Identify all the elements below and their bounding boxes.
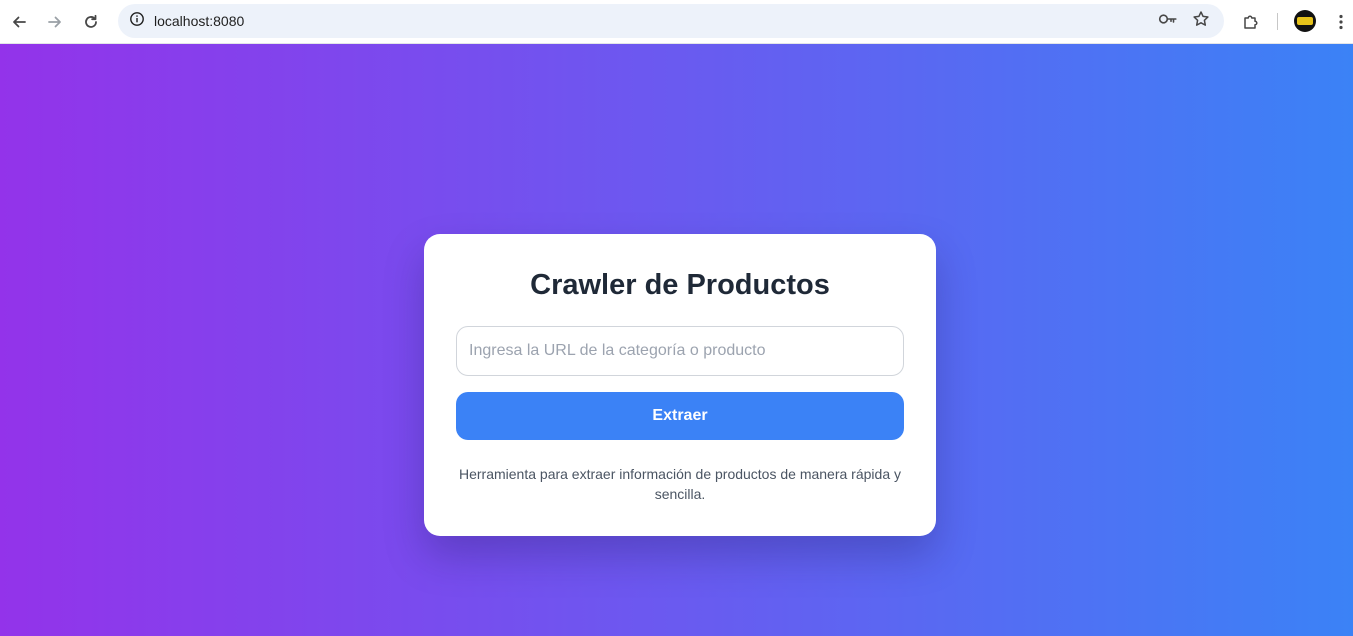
tool-description: Herramienta para extraer información de … xyxy=(458,466,901,502)
star-icon xyxy=(1192,10,1210,33)
arrow-left-icon xyxy=(11,14,27,30)
arrow-right-icon xyxy=(47,14,63,30)
url-input[interactable] xyxy=(456,326,904,376)
page-title: Crawler de Productos xyxy=(530,269,830,301)
profile-avatar[interactable] xyxy=(1294,10,1316,32)
key-icon xyxy=(1158,12,1178,31)
info-icon xyxy=(129,11,145,32)
kebab-menu-icon xyxy=(1339,14,1343,30)
toolbar-divider xyxy=(1277,13,1278,30)
extract-button[interactable]: Extraer xyxy=(456,392,904,440)
site-info-button[interactable] xyxy=(125,9,149,33)
password-manager-button[interactable] xyxy=(1156,9,1180,33)
address-url[interactable]: localhost:8080 xyxy=(154,12,244,30)
back-button[interactable] xyxy=(5,8,33,36)
forward-button[interactable] xyxy=(41,8,69,36)
avatar-image xyxy=(1297,17,1313,25)
browser-menu-button[interactable] xyxy=(1327,8,1353,36)
reload-button[interactable] xyxy=(77,8,105,36)
extensions-button[interactable] xyxy=(1237,8,1265,36)
address-bar[interactable]: localhost:8080 xyxy=(118,4,1224,38)
bookmark-button[interactable] xyxy=(1189,9,1213,33)
reload-icon xyxy=(83,14,99,30)
crawler-card: Crawler de Productos Extraer Herramienta… xyxy=(424,234,936,536)
browser-toolbar: localhost:8080 xyxy=(0,0,1353,44)
page-background: Crawler de Productos Extraer Herramienta… xyxy=(0,44,1353,636)
puzzle-icon xyxy=(1242,13,1260,31)
